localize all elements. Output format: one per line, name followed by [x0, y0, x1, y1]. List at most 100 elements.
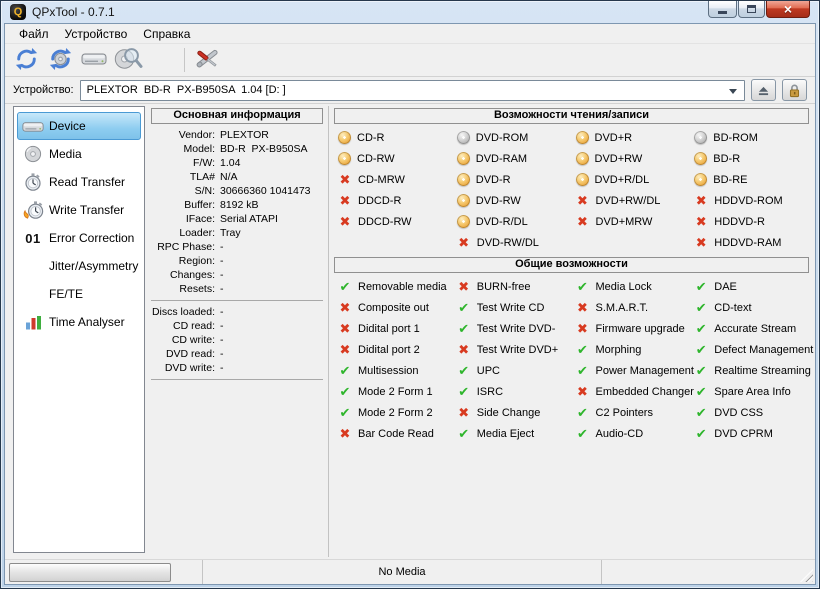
sidebar-item-time-analyser[interactable]: Time Analyser	[17, 308, 141, 336]
drive-icon	[81, 50, 107, 70]
rescan-bus-button[interactable]	[9, 45, 43, 75]
info-row-label: S/N:	[151, 185, 215, 197]
info-row: F/W: 1.04	[151, 156, 323, 170]
sidebar-item-error-correction[interactable]: 01 Error Correction	[17, 224, 141, 252]
capability-label: Mode 2 Form 2	[358, 407, 433, 419]
info-row-label: Changes:	[151, 269, 215, 281]
capability-label: DVD+RW/DL	[596, 195, 661, 207]
capability-item: DVD-R	[453, 169, 572, 190]
info-row: IFace:Serial ATAPI	[151, 212, 323, 226]
sidebar-item-label: Error Correction	[49, 231, 134, 245]
capability-item: BD-R	[690, 148, 809, 169]
device-combobox[interactable]: PLEXTOR BD-R PX-B950SA 1.04 [D: ]	[80, 80, 745, 101]
capability-item: ✔Mode 2 Form 1	[334, 381, 453, 402]
capability-label: Accurate Stream	[714, 323, 796, 335]
info-row-label: Loader:	[151, 227, 215, 239]
check-icon: ✔	[457, 427, 471, 441]
sidebar-item-jitter-asymmetry[interactable]: Jitter/Asymmetry	[17, 252, 141, 280]
capability-label: DVD-RAM	[476, 153, 527, 165]
capability-label: DVD-RW	[476, 195, 521, 207]
rw-capabilities-grid: CD-RCD-RW✖CD-MRW✖DDCD-R✖DDCD-RWDVD-ROMDV…	[334, 127, 809, 253]
check-icon: ✔	[576, 427, 590, 441]
capability-item: ✔Media Eject	[453, 423, 572, 444]
capability-label: Spare Area Info	[714, 386, 790, 398]
info-separator	[151, 300, 323, 301]
capability-column: ✖BURN-free✔Test Write CD✔Test Write DVD-…	[453, 276, 572, 444]
capability-item: ✔Test Write CD	[453, 297, 572, 318]
menu-file[interactable]: Файл	[11, 25, 57, 43]
capability-label: UPC	[477, 365, 500, 377]
sidebar-item-label: Time Analyser	[49, 315, 125, 329]
stop-button[interactable]	[145, 45, 179, 75]
capability-label: Multisession	[358, 365, 419, 377]
sidebar-item-read-transfer[interactable]: Read Transfer	[17, 168, 141, 196]
lock-button[interactable]	[782, 79, 807, 101]
capability-item: ✖Side Change	[453, 402, 572, 423]
sidebar-item-label: Jitter/Asymmetry	[49, 259, 138, 273]
capability-label: CD-R	[357, 132, 385, 144]
menu-bar: ФайлУстройствоСправка	[5, 24, 815, 44]
rw-capabilities-title: Возможности чтения/записи	[334, 108, 809, 124]
eject-button[interactable]	[751, 79, 776, 101]
cross-icon: ✖	[338, 322, 352, 336]
maximize-button[interactable]	[738, 1, 765, 18]
progress-bar	[9, 563, 171, 582]
info-row: Changes:-	[151, 268, 323, 282]
disc-magnifier-icon	[114, 46, 143, 74]
capability-item: ✖Composite out	[334, 297, 453, 318]
capability-label: Side Change	[477, 407, 541, 419]
info-row-label: F/W:	[151, 157, 215, 169]
sidebar-item-media[interactable]: Media	[17, 140, 141, 168]
info-row-label: Resets:	[151, 283, 215, 295]
capability-item: ✖DVD+RW/DL	[572, 190, 691, 211]
check-icon: ✔	[694, 427, 708, 441]
preferences-button[interactable]	[190, 45, 224, 75]
capability-label: Didital port 1	[358, 323, 420, 335]
sidebar-item-write-transfer[interactable]: Write Transfer	[17, 196, 141, 224]
menu-help[interactable]: Справка	[135, 25, 198, 43]
general-capabilities-title: Общие возможности	[334, 257, 809, 273]
capability-label: Embedded Changer	[596, 386, 694, 398]
close-button[interactable]: ×	[766, 1, 810, 18]
info-row-value: 1.04	[220, 157, 240, 169]
capability-item: ✖Embedded Changer	[572, 381, 691, 402]
update-media-button[interactable]	[43, 45, 77, 75]
info-row: S/N:30666360 1041473	[151, 184, 323, 198]
capability-item: ✖Bar Code Read	[334, 423, 453, 444]
sidebar-item-device[interactable]: Device	[17, 112, 141, 140]
status-message-cell: No Media	[203, 560, 602, 584]
disc-writable-icon	[694, 173, 707, 186]
capability-item: ✔Removable media	[334, 276, 453, 297]
capability-item: ✖DVD+MRW	[572, 211, 691, 232]
menu-device[interactable]: Устройство	[57, 25, 136, 43]
capability-item: ✖HDDVD-ROM	[690, 190, 809, 211]
device-info-rows: Vendor:PLEXTORModel:BD-R PX-B950SAF/W:1.…	[151, 128, 323, 296]
info-row: Model:BD-R PX-B950SA	[151, 142, 323, 156]
check-icon: ✔	[694, 301, 708, 315]
drive-icon	[22, 118, 44, 135]
sidebar-item-label: FE/TE	[49, 287, 83, 301]
info-row-label: Vendor:	[151, 129, 215, 141]
info-row-value: -	[220, 362, 224, 374]
info-row-label: Buffer:	[151, 199, 215, 211]
scan-media-button[interactable]	[111, 45, 145, 75]
capability-column: ✔Media Lock✖S.M.A.R.T.✖Firmware upgrade✔…	[572, 276, 691, 444]
capability-item: ✖DVD-RW/DL	[453, 232, 572, 253]
sidebar-item-fe-te[interactable]: FE/TE	[17, 280, 141, 308]
digits-01-icon: 01	[22, 231, 44, 246]
capability-label: DAE	[714, 281, 737, 293]
info-row-value: -	[220, 255, 224, 267]
cross-icon: ✖	[694, 194, 708, 208]
titlebar[interactable]: Q QPxTool - 0.7.1 ×	[4, 1, 816, 23]
app-icon-letter: Q	[14, 7, 23, 18]
counter-info-rows: Discs loaded:-CD read:-CD write:-DVD rea…	[151, 305, 323, 375]
refresh-disc-icon	[47, 46, 74, 75]
resize-grip[interactable]	[800, 569, 813, 582]
info-row-label: CD read:	[151, 320, 215, 332]
info-row-label: Discs loaded:	[151, 306, 215, 318]
info-row-value: -	[220, 283, 224, 295]
bar-chart-icon	[22, 314, 44, 330]
drive-button[interactable]	[77, 45, 111, 75]
minimize-button[interactable]	[708, 1, 737, 18]
cross-icon: ✖	[338, 173, 352, 187]
